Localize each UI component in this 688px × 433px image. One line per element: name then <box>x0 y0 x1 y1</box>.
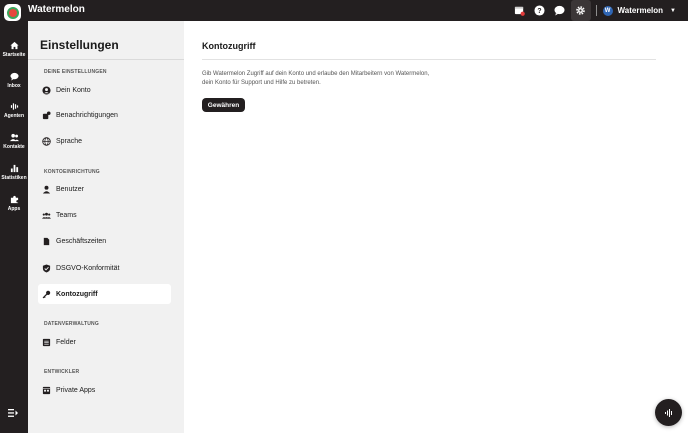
settings-item-label: Geschäftszeiten <box>56 237 107 245</box>
settings-item-label: Benachrichtigungen <box>56 111 118 119</box>
user-circle-icon <box>42 85 51 95</box>
settings-divider <box>28 59 184 60</box>
section-heading-personal: DEINE EINSTELLUNGEN <box>44 69 107 75</box>
soundwave-icon <box>664 408 672 417</box>
voice-assistant-button[interactable] <box>655 399 682 426</box>
top-bar-actions: ? W Watermelon ▼ <box>510 0 688 21</box>
rail-item-inbox[interactable]: Inbox <box>0 72 28 89</box>
main-content: Kontozugriff Gib Watermelon Zugriff auf … <box>184 21 688 433</box>
settings-sidebar: Einstellungen DEINE EINSTELLUNGEN Dein K… <box>28 21 184 433</box>
collapse-sidebar-icon[interactable] <box>7 408 19 418</box>
account-avatar: W <box>602 5 613 16</box>
rail-item-stats[interactable]: Statistiken <box>0 164 28 181</box>
settings-item-account[interactable]: Dein Konto <box>38 80 171 100</box>
settings-item-label: Kontozugriff <box>56 290 98 298</box>
settings-gear-icon[interactable] <box>570 0 591 21</box>
account-access-description: Gib Watermelon Zugriff auf dein Konto un… <box>202 71 430 86</box>
calendar-status-icon[interactable] <box>510 0 530 21</box>
watermelon-logo[interactable] <box>4 4 21 21</box>
inbox-icon <box>9 72 19 81</box>
key-icon <box>42 290 51 299</box>
settings-item-notifications[interactable]: Benachrichtigungen <box>38 105 171 125</box>
settings-item-teams[interactable]: Teams <box>38 205 171 225</box>
home-icon <box>9 41 19 50</box>
settings-item-fields[interactable]: Felder <box>38 332 171 352</box>
svg-text:?: ? <box>537 8 541 15</box>
bell-icon <box>42 110 51 120</box>
main-navigation-rail: Startseite Inbox Agenten Kontakte Statis… <box>0 21 28 433</box>
settings-item-label: Felder <box>56 338 76 346</box>
person-icon <box>42 185 51 194</box>
section-heading-developer: ENTWICKLER <box>44 369 80 375</box>
rail-item-home[interactable]: Startseite <box>0 41 28 58</box>
rail-item-contacts[interactable]: Kontakte <box>0 133 28 150</box>
contacts-icon <box>9 133 19 142</box>
title-divider <box>202 59 656 60</box>
settings-title: Einstellungen <box>40 38 119 52</box>
section-heading-account-setup: KONTOEINRICHTUNG <box>44 169 100 175</box>
globe-icon <box>42 136 51 146</box>
top-bar-divider <box>595 5 597 16</box>
page-title: Kontozugriff <box>202 41 256 51</box>
section-heading-data-management: DATENVERWALTUNG <box>44 321 99 327</box>
puzzle-icon <box>10 195 18 204</box>
settings-item-label: DSGVO-Konformität <box>56 264 120 272</box>
chevron-down-icon: ▼ <box>670 7 676 14</box>
app-title: Watermelon <box>28 4 85 15</box>
chat-icon[interactable] <box>550 0 570 21</box>
settings-item-users[interactable]: Benutzer <box>38 179 171 199</box>
document-icon <box>42 237 51 246</box>
settings-item-label: Sprache <box>56 137 83 145</box>
shield-icon <box>42 263 51 273</box>
rail-item-agents[interactable]: Agenten <box>0 102 28 119</box>
apps-icon <box>42 386 51 395</box>
settings-item-label: Benutzer <box>56 185 85 193</box>
grant-access-button[interactable]: Gewähren <box>202 98 245 112</box>
settings-item-label: Dein Konto <box>56 86 91 94</box>
stats-icon <box>10 164 18 173</box>
account-name: Watermelon <box>617 6 664 15</box>
account-switcher[interactable]: W Watermelon ▼ <box>602 5 676 16</box>
settings-item-language[interactable]: Sprache <box>38 131 171 151</box>
settings-item-private-apps[interactable]: Private Apps <box>38 380 171 400</box>
help-icon[interactable]: ? <box>530 0 550 21</box>
rail-item-apps[interactable]: Apps <box>0 195 28 212</box>
settings-item-gdpr[interactable]: DSGVO-Konformität <box>38 258 171 278</box>
top-bar: Watermelon ? W Watermelon ▼ <box>0 0 688 21</box>
team-icon <box>42 211 51 220</box>
list-icon <box>42 338 51 347</box>
agents-icon <box>10 103 18 110</box>
settings-item-label: Private Apps <box>56 386 96 394</box>
settings-item-label: Teams <box>56 211 77 219</box>
settings-item-account-access[interactable]: Kontozugriff <box>38 284 171 304</box>
settings-item-business-hours[interactable]: Geschäftszeiten <box>38 231 171 251</box>
